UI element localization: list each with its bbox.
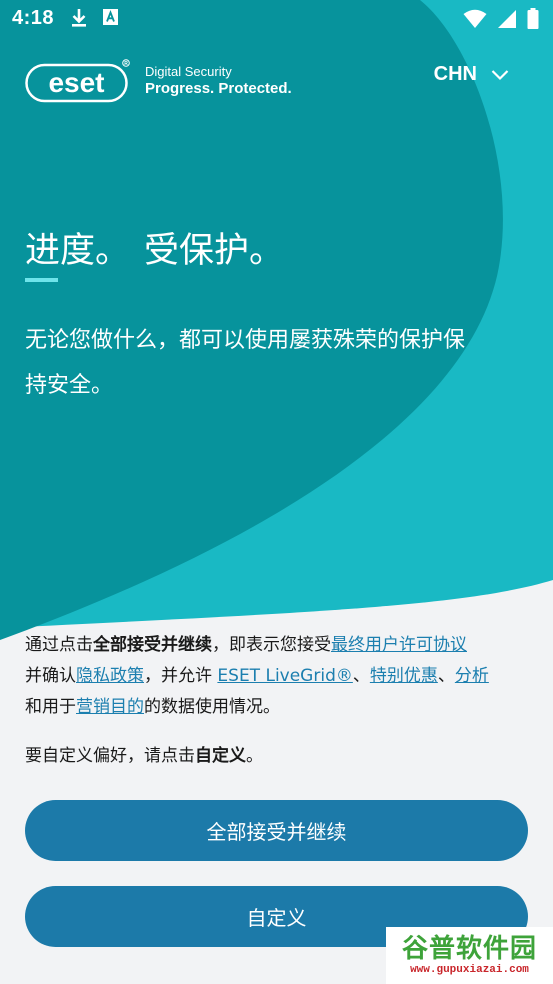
status-bar: 4:18: [0, 0, 553, 38]
watermark-url: www.gupuxiazai.com: [410, 964, 529, 976]
consent-text-part: 通过点击: [25, 635, 93, 655]
logo-tagline: Digital Security Progress. Protected.: [145, 64, 292, 98]
download-icon: [72, 9, 86, 27]
headline-part-2: 受保护。: [144, 231, 285, 271]
language-label: CHN: [433, 63, 477, 85]
consent-text: 通过点击全部接受并继续，即表示您接受最终用户许可协议并确认隐私政策，并允许 ES…: [25, 630, 535, 723]
customize-hint: 要自定义偏好，请点击自定义。: [25, 742, 263, 770]
privacy-policy-link[interactable]: 隐私政策: [76, 666, 144, 686]
consent-text-part: 、: [437, 666, 455, 686]
signal-icon: [498, 9, 516, 28]
status-time: 4:18: [12, 7, 55, 29]
marketing-purposes-link[interactable]: 营销目的: [76, 697, 144, 717]
watermark-title: 谷普软件园: [401, 934, 537, 964]
consent-text-part: 的数据使用情况。: [144, 697, 280, 717]
eset-logo: eset R Digital Security Progress. Protec…: [25, 58, 292, 104]
customize-hint-part: 要自定义偏好，请点击: [25, 746, 195, 766]
consent-text-part: 和用于: [25, 697, 76, 717]
consent-text-part: 并确认: [25, 666, 76, 686]
status-notification-icons: [70, 8, 119, 28]
consent-text-part: ，并允许: [144, 666, 218, 686]
consent-text-part: ，即表示您接受: [212, 635, 331, 655]
consent-text-part: 、: [352, 666, 370, 686]
tagline-line-1: Digital Security: [145, 64, 232, 80]
consent-bold-accept: 全部接受并继续: [93, 635, 212, 655]
status-system-icons: [463, 8, 539, 29]
language-selector[interactable]: CHN: [434, 63, 509, 86]
battery-icon: [527, 8, 539, 29]
hero-subtitle-line-1: 无论您做什么，都可以使用屡获殊荣的保护保: [25, 328, 466, 353]
analytics-link[interactable]: 分析: [455, 666, 489, 686]
hero-subtitle-line-2: 持安全。: [25, 373, 114, 398]
tagline-line-2: Progress. Protected.: [145, 79, 292, 97]
livegrid-link[interactable]: ESET LiveGrid®: [217, 666, 352, 686]
eset-logo-text: eset: [48, 67, 104, 98]
customize-hint-bold: 自定义: [195, 746, 246, 766]
special-offers-link[interactable]: 特别优惠: [370, 666, 438, 686]
site-watermark: 谷普软件园 www.gupuxiazai.com: [386, 927, 553, 984]
keyboard-a-icon: [103, 9, 118, 25]
accept-all-button[interactable]: 全部接受并继续: [25, 800, 528, 861]
chevron-down-icon: [491, 69, 509, 80]
wifi-icon: [463, 9, 487, 28]
hero-headline: 进度。 受保护。: [25, 222, 285, 282]
eula-link[interactable]: 最终用户许可协议: [331, 635, 467, 655]
customize-hint-part: 。: [246, 746, 263, 766]
hero-subtitle: 无论您做什么，都可以使用屡获殊荣的保护保 持安全。: [25, 318, 553, 408]
headline-part-1: 进度。: [25, 222, 130, 282]
svg-text:R: R: [124, 61, 128, 67]
eset-logo-mark: eset R: [25, 59, 130, 103]
